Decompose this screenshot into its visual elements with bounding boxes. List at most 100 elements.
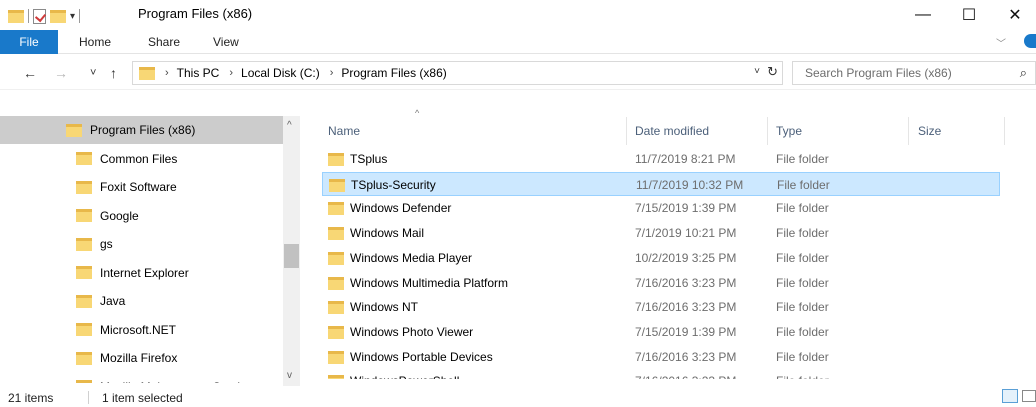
tab-view[interactable]: View (213, 35, 239, 49)
file-row[interactable]: Windows NT 7/16/2016 3:23 PM File folder (322, 295, 1000, 319)
nav-item-label: Java (100, 294, 126, 308)
folder-icon (328, 153, 344, 166)
folder-icon (328, 227, 344, 241)
file-row[interactable]: WindowsPowerShell 7/16/2016 3:23 PM File f… (322, 369, 1000, 380)
breadcrumb-program-files[interactable]: Program Files (x86) (341, 66, 446, 80)
expand-ribbon-chevron-icon[interactable]: ﹀ (996, 35, 1006, 50)
file-name: TSplus-Security (351, 177, 436, 192)
item-count: 21 items (8, 391, 54, 405)
properties-icon[interactable] (33, 8, 46, 24)
back-button[interactable]: ← (23, 65, 37, 81)
address-bar[interactable]: › This PC › Local Disk (C:) › Program Fi… (132, 61, 783, 85)
column-divider[interactable] (1004, 117, 1005, 145)
search-input[interactable] (805, 62, 1015, 84)
search-icon[interactable]: ⌕ (1020, 65, 1027, 81)
folder-icon (76, 209, 92, 222)
tab-file[interactable]: File (0, 30, 58, 54)
file-date-modified: 11/7/2019 10:32 PM (636, 177, 744, 192)
refresh-icon[interactable]: ↻ (767, 64, 778, 80)
forward-button[interactable]: → (54, 65, 68, 81)
status-bar: 21 items 1 item selected (0, 387, 1036, 407)
scroll-up-chevron-icon[interactable]: ^ (287, 120, 292, 131)
breadcrumb-this-pc[interactable]: This PC (177, 66, 220, 80)
minimize-button[interactable]: — (900, 0, 946, 30)
maximize-button[interactable]: ☐ (946, 0, 992, 30)
column-header-size[interactable]: Size (918, 116, 1004, 146)
file-row[interactable]: TSplus 11/7/2019 8:21 PM File folder (322, 147, 1000, 171)
file-type: File folder (776, 250, 829, 265)
nav-item[interactable]: Program Files (x86) (0, 116, 284, 144)
file-row[interactable]: TSplus-Security 11/7/2019 10:32 PM File fo… (322, 171, 1000, 196)
nav-item-label: Mozilla Maintenance Service (100, 380, 253, 383)
tab-home[interactable]: Home (79, 35, 111, 49)
folder-icon (328, 375, 344, 380)
folder-icon (139, 66, 155, 80)
file-name: Windows Media Player (350, 250, 473, 265)
nav-item[interactable]: Google (0, 202, 284, 230)
breadcrumb-local-disk[interactable]: Local Disk (C:) (241, 66, 320, 80)
nav-item[interactable]: Java (0, 287, 284, 315)
file-row[interactable]: Windows Media Player 10/2/2019 3:25 PM Fil… (322, 246, 1000, 270)
file-name: Windows Defender (350, 201, 452, 216)
up-button[interactable]: ↑ (110, 65, 117, 81)
file-type: File folder (776, 226, 829, 241)
nav-item[interactable]: Mozilla Maintenance Service (0, 373, 284, 383)
nav-item[interactable]: gs (0, 230, 284, 258)
file-row[interactable]: Windows Mail 7/1/2019 10:21 PM File folder (322, 221, 1000, 245)
folder-icon (328, 350, 344, 364)
file-type: File folder (776, 275, 829, 290)
nav-item[interactable]: Foxit Software (0, 173, 284, 201)
scroll-down-chevron-icon[interactable]: v (287, 370, 292, 381)
selection-count: 1 item selected (102, 391, 183, 405)
customize-toolbar-chevron-icon[interactable]: ▾ (70, 11, 75, 22)
column-header-name[interactable]: Name (328, 116, 626, 146)
file-row[interactable]: Windows Defender 7/15/2019 1:39 PM File fo… (322, 196, 1000, 220)
nav-item-label: Mozilla Firefox (100, 351, 178, 365)
breadcrumb-separator[interactable]: › (229, 67, 233, 79)
file-row[interactable]: Windows Multimedia Platform 7/16/2016 3:2… (322, 271, 1000, 295)
file-row[interactable]: Windows Photo Viewer 7/15/2019 1:39 PM Fil… (322, 320, 1000, 344)
file-list-scrollbar[interactable] (1018, 116, 1036, 386)
nav-pane-scroll-thumb[interactable] (284, 244, 299, 268)
column-header-date-modified[interactable]: Date modified (635, 116, 765, 146)
file-name: Windows Photo Viewer (350, 324, 474, 339)
details-view-icon[interactable] (1002, 389, 1018, 403)
quick-access-toolbar: ▾ (8, 8, 81, 24)
close-button[interactable]: ✕ (992, 0, 1036, 30)
column-divider[interactable] (626, 117, 627, 145)
file-date-modified: 7/1/2019 10:21 PM (635, 226, 737, 241)
file-type: File folder (776, 152, 829, 166)
folder-icon (76, 237, 92, 251)
breadcrumb-separator[interactable]: › (330, 67, 334, 79)
help-icon[interactable] (1024, 34, 1036, 48)
folder-icon (328, 325, 344, 339)
file-date-modified: 11/7/2019 8:21 PM (635, 152, 736, 166)
column-header-type[interactable]: Type (776, 116, 906, 146)
file-name: TSplus (350, 152, 388, 166)
nav-item-label: Program Files (x86) (90, 123, 196, 137)
nav-item[interactable]: Common Files (0, 145, 284, 173)
file-name: Windows Mail (350, 226, 425, 241)
folder-icon (328, 202, 344, 216)
nav-item[interactable]: Internet Explorer (0, 259, 284, 287)
nav-item[interactable]: Microsoft.NET (0, 316, 284, 344)
large-icons-view-icon[interactable] (1022, 390, 1036, 402)
recent-locations-chevron-icon[interactable]: ˅ (90, 67, 96, 79)
nav-item-label: Common Files (100, 151, 178, 166)
file-date-modified: 7/15/2019 1:39 PM (635, 201, 737, 216)
file-type: File folder (776, 324, 829, 339)
file-date-modified: 7/15/2019 1:39 PM (635, 324, 737, 339)
column-divider[interactable] (908, 117, 909, 145)
file-type: File folder (776, 300, 829, 315)
new-folder-icon[interactable] (50, 9, 66, 23)
window-title: Program Files (x86) (138, 6, 253, 21)
folder-icon (76, 294, 92, 308)
address-history-chevron-icon[interactable]: ˅ (754, 66, 760, 77)
breadcrumb-separator[interactable]: › (165, 67, 169, 79)
tab-share[interactable]: Share (148, 35, 180, 49)
file-row[interactable]: Windows Portable Devices 7/16/2016 3:23 P… (322, 345, 1000, 369)
nav-item[interactable]: Mozilla Firefox (0, 344, 284, 372)
column-divider[interactable] (767, 117, 768, 145)
search-box[interactable]: ⌕ (792, 61, 1036, 85)
file-date-modified: 7/16/2016 3:23 PM (635, 349, 737, 364)
